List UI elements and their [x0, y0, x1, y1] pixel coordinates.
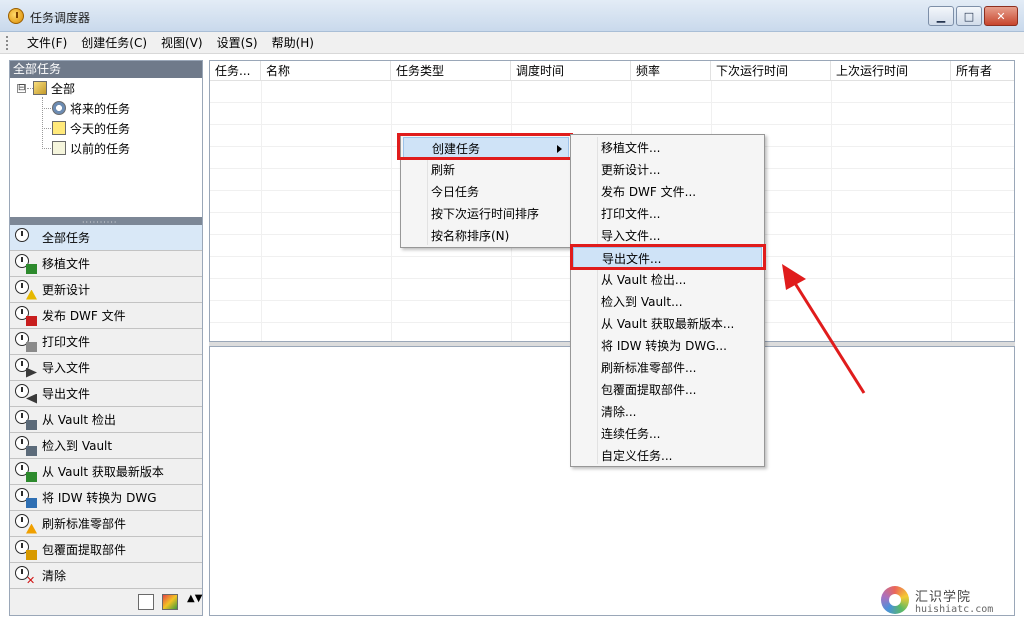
- submenu-idw-to-dwg[interactable]: 将 IDW 转换为 DWG...: [573, 335, 727, 357]
- vault-checkin-icon: [15, 435, 37, 456]
- column-header-last-run[interactable]: 上次运行时间: [831, 61, 951, 81]
- nav-item-all-tasks[interactable]: 全部任务: [10, 225, 202, 251]
- column-header-frequency[interactable]: 频率: [631, 61, 711, 81]
- nav-item-import-files[interactable]: 导入文件: [10, 355, 202, 381]
- watermark: 汇识学院 huishiatc.com: [881, 586, 996, 618]
- nav-item-publish-dwf[interactable]: 发布 DWF 文件: [10, 303, 202, 329]
- submenu-print-files[interactable]: 打印文件...: [573, 203, 660, 225]
- menu-help[interactable]: 帮助(H): [265, 32, 321, 54]
- maximize-button[interactable]: □: [956, 6, 982, 26]
- import-files-icon: [15, 357, 37, 378]
- task-list-options-icon[interactable]: [138, 594, 154, 610]
- left-panel-footer: ▲▼: [10, 589, 202, 615]
- update-design-icon: [15, 279, 37, 300]
- menu-create-task[interactable]: 创建任务(C): [74, 32, 154, 54]
- watermark-logo-icon: [881, 586, 909, 614]
- task-colors-icon[interactable]: [162, 594, 178, 610]
- minimize-button[interactable]: ▁: [928, 6, 954, 26]
- task-scheduler-app-icon: [8, 8, 24, 24]
- nav-item-clear[interactable]: ✕ 清除: [10, 563, 202, 589]
- task-type-nav: 全部任务 移植文件 更新设计 发布 DWF 文件 打印文件 导入文件 导出文件: [10, 225, 202, 589]
- tree-item-label: 以前的任务: [70, 141, 131, 156]
- tree-item-all[interactable]: 全部: [33, 79, 75, 97]
- tree-collapse-toggle[interactable]: ⊟: [17, 84, 26, 93]
- nav-item-vault-checkout[interactable]: 从 Vault 检出: [10, 407, 202, 433]
- print-files-icon: [15, 331, 37, 352]
- column-header-task[interactable]: 任务...: [210, 61, 261, 81]
- nav-item-vault-checkin[interactable]: 检入到 Vault: [10, 433, 202, 459]
- clock-icon: [52, 101, 66, 115]
- watermark-en: huishiatc.com: [915, 604, 994, 615]
- submenu-update-design[interactable]: 更新设计...: [573, 159, 660, 181]
- tree-item-label: 全部: [51, 81, 76, 96]
- nav-item-migrate-files[interactable]: 移植文件: [10, 251, 202, 277]
- context-menu-sort-by-name[interactable]: 按名称排序(N): [403, 225, 509, 247]
- submenu-sequential-task[interactable]: 连续任务...: [573, 423, 660, 445]
- create-task-submenu: 移植文件... 更新设计... 发布 DWF 文件... 打印文件... 导入文…: [570, 134, 765, 467]
- menu-view[interactable]: 视图(V): [154, 32, 210, 54]
- window-controls: ▁ □ ✕: [928, 6, 1018, 26]
- left-panel: 全部任务 ⊟ 全部 将来的任务 今天的任务 以前的任务 ·········· 全…: [9, 60, 203, 616]
- column-header-owner[interactable]: 所有者: [951, 61, 1014, 81]
- menu-file[interactable]: 文件(F): [20, 32, 74, 54]
- submenu-refresh-standard-parts[interactable]: 刷新标准零部件...: [573, 357, 696, 379]
- nav-item-print-files[interactable]: 打印文件: [10, 329, 202, 355]
- highlight-box-export-files: [570, 244, 766, 270]
- column-header-schedule-time[interactable]: 调度时间: [511, 61, 631, 81]
- left-panel-splitter[interactable]: ··········: [10, 217, 202, 227]
- task-tree: ⊟ 全部 将来的任务 今天的任务 以前的任务: [10, 78, 202, 216]
- export-files-icon: [15, 383, 37, 404]
- submenu-vault-checkin[interactable]: 检入到 Vault...: [573, 291, 683, 313]
- menu-settings[interactable]: 设置(S): [210, 32, 265, 54]
- clear-icon: ✕: [15, 565, 37, 586]
- submenu-vault-checkout[interactable]: 从 Vault 检出...: [573, 269, 686, 291]
- migrate-files-icon: [15, 253, 37, 274]
- idw-to-dwg-icon: [15, 487, 37, 508]
- tree-item-label: 今天的任务: [70, 121, 131, 136]
- column-header-task-type[interactable]: 任务类型: [391, 61, 511, 81]
- refresh-standard-parts-icon: [15, 513, 37, 534]
- context-menu-sort-by-next-run[interactable]: 按下次运行时间排序: [403, 203, 539, 225]
- submenu-migrate-files[interactable]: 移植文件...: [573, 137, 660, 159]
- vault-checkout-icon: [15, 409, 37, 430]
- folder-all-icon: [33, 81, 47, 95]
- close-button[interactable]: ✕: [984, 6, 1018, 26]
- column-header-next-run[interactable]: 下次运行时间: [711, 61, 831, 81]
- window-title: 任务调度器: [30, 11, 91, 25]
- menubar-grip-icon: [6, 35, 8, 50]
- shrinkwrap-parts-icon: [15, 539, 37, 560]
- history-icon: [52, 141, 66, 155]
- context-menu-refresh[interactable]: 刷新: [403, 159, 455, 181]
- submenu-custom-task[interactable]: 自定义任务...: [573, 445, 672, 467]
- column-header-name[interactable]: 名称: [261, 61, 391, 81]
- submenu-vault-get-latest[interactable]: 从 Vault 获取最新版本...: [573, 313, 734, 335]
- all-tasks-icon: [15, 227, 37, 248]
- context-menu-today-tasks[interactable]: 今日任务: [403, 181, 479, 203]
- tree-item-future-tasks[interactable]: 将来的任务: [52, 99, 130, 117]
- title-bar: 任务调度器 ▁ □ ✕: [0, 0, 1024, 32]
- nav-item-idw-to-dwg[interactable]: 将 IDW 转换为 DWG: [10, 485, 202, 511]
- nav-item-vault-get-latest[interactable]: 从 Vault 获取最新版本: [10, 459, 202, 485]
- vault-get-latest-icon: [15, 461, 37, 482]
- tree-header: 全部任务: [10, 61, 202, 78]
- highlight-box-create-task: [397, 133, 573, 160]
- submenu-shrinkwrap-parts[interactable]: 包覆面提取部件...: [573, 379, 696, 401]
- submenu-publish-dwf[interactable]: 发布 DWF 文件...: [573, 181, 696, 203]
- tree-item-past-tasks[interactable]: 以前的任务: [52, 139, 130, 157]
- panel-scroll-arrows-icon[interactable]: ▲▼: [187, 593, 202, 604]
- nav-item-export-files[interactable]: 导出文件: [10, 381, 202, 407]
- submenu-clear[interactable]: 清除...: [573, 401, 636, 423]
- star-icon: [52, 121, 66, 135]
- nav-item-shrinkwrap-parts[interactable]: 包覆面提取部件: [10, 537, 202, 563]
- tree-item-today-tasks[interactable]: 今天的任务: [52, 119, 130, 137]
- tree-item-label: 将来的任务: [70, 101, 131, 116]
- nav-item-update-design[interactable]: 更新设计: [10, 277, 202, 303]
- watermark-cn: 汇识学院: [915, 590, 972, 605]
- menu-bar: 文件(F) 创建任务(C) 视图(V) 设置(S) 帮助(H): [0, 32, 1024, 54]
- publish-dwf-icon: [15, 305, 37, 326]
- nav-item-refresh-standard-parts[interactable]: 刷新标准零部件: [10, 511, 202, 537]
